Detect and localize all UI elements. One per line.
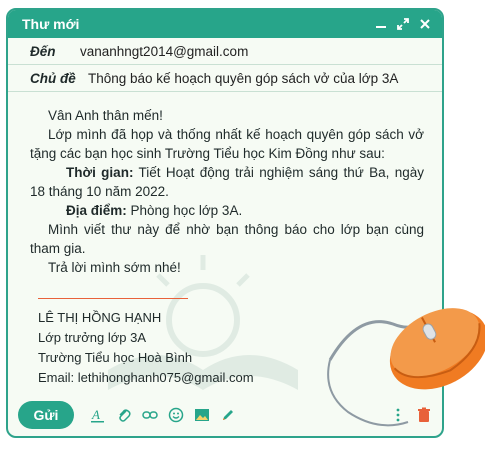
delete-icon[interactable] — [416, 407, 432, 423]
expand-icon[interactable] — [396, 17, 410, 31]
text-format-icon[interactable]: A — [90, 407, 106, 423]
subject-row[interactable]: Chủ đề Thông báo kế hoạch quyên góp sách… — [8, 65, 442, 92]
place-label: Địa điểm: — [66, 203, 127, 218]
close-icon[interactable] — [418, 17, 432, 31]
title-bar: Thư mới — [8, 10, 442, 38]
subject-field[interactable]: Thông báo kế hoạch quyên góp sách vở của… — [88, 71, 398, 86]
subject-label: Chủ đề — [30, 70, 76, 86]
window-controls — [374, 17, 432, 31]
signature-school: Trường Tiểu học Hoà Bình — [38, 350, 193, 365]
signature-name: LÊ THỊ HỒNG HẠNH — [38, 310, 162, 325]
compose-toolbar: Gửi A — [8, 394, 442, 436]
minimize-icon[interactable] — [374, 17, 388, 31]
attach-icon[interactable] — [116, 407, 132, 423]
to-row[interactable]: Đến vananhngt2014@gmail.com — [8, 38, 442, 65]
to-label: Đến — [30, 43, 56, 59]
signature-block: LÊ THỊ HỒNG HẠNH Lớp trưởng lớp 3A Trườn… — [38, 308, 254, 388]
greeting: Vân Anh thân mến! — [48, 108, 163, 123]
more-options-icon[interactable] — [390, 407, 406, 423]
send-button[interactable]: Gửi — [18, 401, 74, 429]
link-icon[interactable] — [142, 407, 158, 423]
signature-email: Email: lethihonghanh075@gmail.com — [38, 370, 254, 385]
paragraph-1: Lớp mình đã họp và thống nhất kế hoạch q… — [30, 127, 424, 161]
time-label: Thời gian: — [66, 165, 134, 180]
signature-divider — [38, 298, 188, 299]
paragraph-2: Mình viết thư này để nhờ bạn thông báo c… — [30, 222, 424, 256]
place-value: Phòng học lớp 3A. — [126, 203, 243, 218]
compose-window: Thư mới Đến vananhngt2014@gmail.com Chủ … — [6, 8, 444, 438]
message-body[interactable]: Vân Anh thân mến! Lớp mình đã họp và thố… — [8, 92, 442, 277]
format-tools: A — [90, 407, 236, 423]
to-field[interactable]: vananhngt2014@gmail.com — [80, 44, 248, 59]
time-line: Thời gian: Tiết Hoạt động trải nghiệm sá… — [30, 163, 424, 201]
place-line: Địa điểm: Phòng học lớp 3A. — [30, 201, 424, 220]
window-title: Thư mới — [22, 16, 80, 32]
svg-text:A: A — [91, 407, 100, 422]
signature-role: Lớp trưởng lớp 3A — [38, 330, 146, 345]
emoji-icon[interactable] — [168, 407, 184, 423]
more-tools — [390, 407, 432, 423]
closing: Trả lời mình sớm nhé! — [48, 260, 181, 275]
image-icon[interactable] — [194, 407, 210, 423]
pen-icon[interactable] — [220, 407, 236, 423]
